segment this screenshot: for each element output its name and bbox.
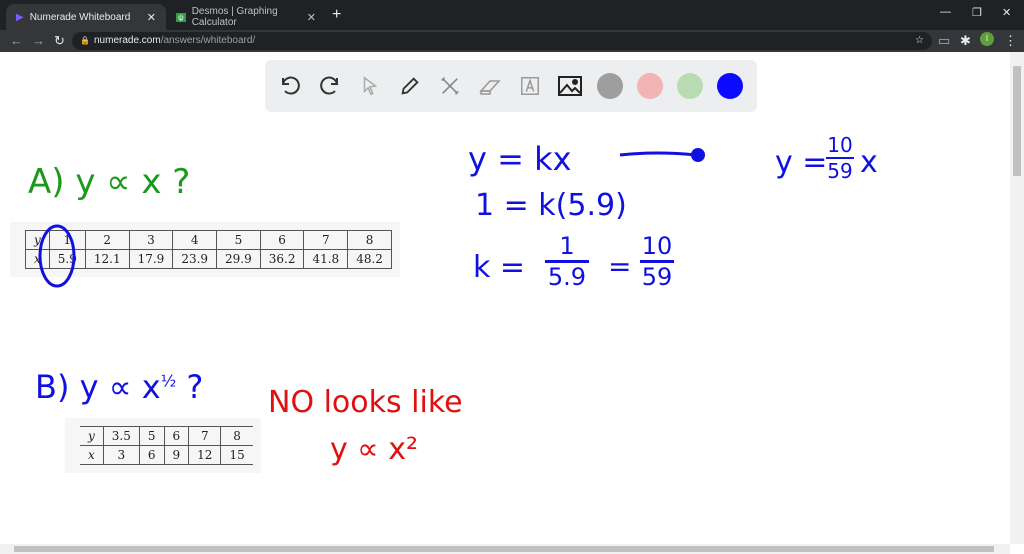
forward-icon[interactable]: → [32, 33, 45, 48]
table-cell: 41.8 [303, 249, 349, 269]
table-cell: y [80, 426, 104, 446]
table-cell: 3 [128, 230, 174, 250]
horizontal-scrollbar[interactable] [0, 544, 1010, 554]
fraction-10-59: 10 59 [640, 232, 674, 291]
url-input[interactable]: 🔒 numerade.com/answers/whiteboard/☆ [72, 32, 932, 50]
table-b: y 3.5 5 6 7 8 x 3 6 9 12 15 [65, 418, 261, 473]
table-cell: 7 [303, 230, 349, 250]
table-cell: 3.5 [102, 426, 140, 446]
close-tab-icon[interactable]: ✕ [307, 11, 316, 24]
reload-icon[interactable]: ↻ [54, 33, 65, 49]
minimize-button[interactable]: — [940, 6, 951, 18]
image-icon[interactable] [557, 73, 583, 99]
result-fraction: 10 59 [826, 133, 854, 183]
table-row: y12345678 [25, 230, 392, 250]
color-gray[interactable] [597, 73, 623, 99]
color-green[interactable] [677, 73, 703, 99]
table-cell: 2 [84, 230, 130, 250]
table-cell: 29.9 [216, 249, 261, 269]
table-cell: 23.9 [172, 249, 218, 269]
tab-bar: ▶ Numerade Whiteboard ✕ ψ Desmos | Graphing… [0, 0, 1024, 30]
result-y: y = [775, 145, 828, 180]
table-cell: 15 [220, 445, 253, 465]
table-cell: 4 [172, 230, 218, 250]
new-tab-button[interactable]: + [332, 6, 341, 24]
close-tab-icon[interactable]: ✕ [147, 11, 156, 24]
table-row: x 3 6 9 12 15 [80, 445, 253, 465]
table-cell: 6 [163, 426, 190, 446]
note-y-prop-x2: y ∝ x² [330, 432, 419, 467]
close-window-button[interactable]: ✕ [1002, 6, 1011, 19]
table-cell: 5 [216, 230, 261, 250]
table-cell: 9 [163, 445, 190, 465]
text-icon[interactable] [517, 73, 543, 99]
note-no-looks-like: NO looks like [268, 385, 463, 420]
part-b-label: B) y ∝ x½ ? [35, 368, 204, 406]
pointer-icon[interactable] [357, 73, 383, 99]
part-a-label: A) y ∝ x ? [28, 162, 191, 202]
table-cell: 6 [259, 230, 305, 250]
table-cell: 12.1 [84, 249, 130, 269]
tools-icon[interactable] [437, 73, 463, 99]
table-cell: 12 [188, 445, 222, 465]
table-cell: 48.2 [347, 249, 392, 269]
circle-annotation [38, 224, 76, 288]
vertical-scrollbar[interactable] [1010, 52, 1024, 544]
numerade-icon: ▶ [16, 11, 24, 23]
table-cell: 36.2 [259, 249, 305, 269]
table-row: x 5.9 12.1 17.9 23.9 29.9 36.2 41.8 48.2 [25, 249, 392, 269]
eq-y-kx: y = kx [468, 140, 572, 178]
eq-k-value: k = [473, 250, 526, 285]
maximize-button[interactable]: ❐ [972, 6, 982, 19]
table-cell: 8 [347, 230, 392, 250]
table-cell: 5 [138, 426, 165, 446]
table-cell: 6 [138, 445, 165, 465]
color-pink[interactable] [637, 73, 663, 99]
scroll-thumb[interactable] [14, 546, 994, 552]
tab-desmos[interactable]: ψ Desmos | Graphing Calculator ✕ [166, 4, 326, 30]
color-blue[interactable] [717, 73, 743, 99]
extensions-icon[interactable]: ✱ [960, 33, 971, 49]
desmos-icon: ψ [176, 12, 186, 22]
tab-numerade[interactable]: ▶ Numerade Whiteboard ✕ [6, 4, 166, 30]
fraction-1-5.9: 1 5.9 [545, 232, 589, 291]
redo-icon[interactable] [317, 73, 343, 99]
table-cell: x [80, 445, 104, 465]
undo-icon[interactable] [277, 73, 303, 99]
avatar[interactable]: I [980, 32, 994, 46]
star-icon[interactable]: ☆ [915, 32, 924, 50]
back-icon[interactable]: ← [10, 33, 23, 48]
table-row: y 3.5 5 6 7 8 [80, 426, 253, 446]
table-cell: 3 [102, 445, 140, 465]
lock-icon: 🔒 [80, 36, 90, 45]
table-cell: 8 [220, 426, 253, 446]
arrow-annotation [619, 148, 705, 162]
table-cell: 17.9 [128, 249, 174, 269]
scroll-thumb[interactable] [1013, 66, 1021, 176]
address-bar-row: ← → ↻ 🔒 numerade.com/answers/whiteboard/☆… [0, 30, 1024, 52]
screen-icon[interactable]: ▭ [938, 33, 950, 49]
pen-icon[interactable] [397, 73, 423, 99]
whiteboard-toolbar [265, 60, 757, 112]
table-cell: 7 [188, 426, 222, 446]
menu-icon[interactable]: ⋮ [1004, 33, 1017, 49]
eq-1-k59: 1 = k(5.9) [475, 188, 627, 223]
eraser-icon[interactable] [477, 73, 503, 99]
